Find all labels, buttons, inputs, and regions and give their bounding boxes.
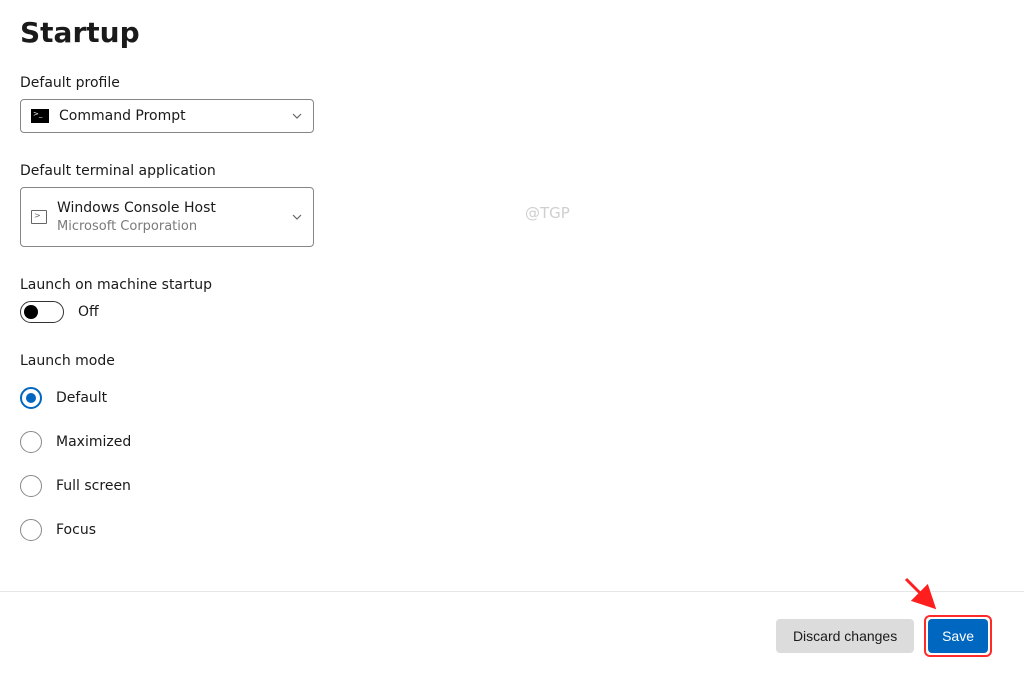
launch-mode-option-fullscreen[interactable]: Full screen	[20, 475, 1024, 497]
radio-icon	[20, 431, 42, 453]
page-title: Startup	[20, 16, 1024, 49]
chevron-down-icon	[291, 110, 303, 122]
default-terminal-app-dropdown[interactable]: Windows Console Host Microsoft Corporati…	[20, 187, 314, 247]
discard-changes-button[interactable]: Discard changes	[776, 619, 914, 653]
save-highlight-annotation: Save	[924, 615, 992, 657]
save-button[interactable]: Save	[928, 619, 988, 653]
launch-mode-option-default[interactable]: Default	[20, 387, 1024, 409]
default-profile-value: Command Prompt	[59, 108, 291, 124]
default-profile-dropdown[interactable]: Command Prompt	[20, 99, 314, 133]
radio-label: Default	[56, 390, 107, 406]
default-terminal-app-value: Windows Console Host	[57, 199, 291, 218]
launch-on-startup-state: Off	[78, 304, 99, 320]
console-host-icon	[31, 210, 47, 224]
launch-mode-option-maximized[interactable]: Maximized	[20, 431, 1024, 453]
default-terminal-app-publisher: Microsoft Corporation	[57, 218, 291, 236]
command-prompt-icon	[31, 109, 49, 123]
launch-on-startup-label: Launch on machine startup	[20, 277, 1024, 293]
radio-icon	[20, 519, 42, 541]
default-profile-label: Default profile	[20, 75, 1024, 91]
launch-mode-option-focus[interactable]: Focus	[20, 519, 1024, 541]
launch-on-startup-toggle[interactable]	[20, 301, 64, 323]
launch-mode-label: Launch mode	[20, 353, 1024, 369]
chevron-down-icon	[291, 211, 303, 223]
default-terminal-app-label: Default terminal application	[20, 163, 1024, 179]
footer-bar: Discard changes Save	[0, 591, 1024, 679]
radio-icon	[20, 387, 42, 409]
radio-icon	[20, 475, 42, 497]
radio-label: Maximized	[56, 434, 131, 450]
toggle-knob	[24, 305, 38, 319]
radio-label: Full screen	[56, 478, 131, 494]
radio-label: Focus	[56, 522, 96, 538]
